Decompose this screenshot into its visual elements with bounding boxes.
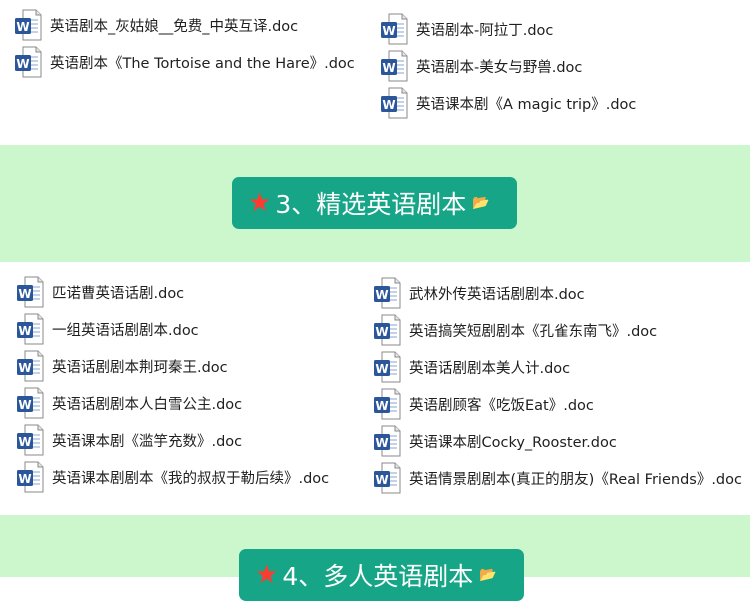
file-name: 英语剧本《The Tortoise and the Hare》.doc	[50, 55, 355, 72]
file-name: 英语情景剧剧本(真正的朋友)《Real Friends》.doc	[409, 471, 742, 488]
file-item[interactable]: W 一组英语话剧剧本.doc	[16, 313, 199, 345]
svg-text:W: W	[16, 20, 29, 34]
word-doc-icon: W	[14, 9, 42, 41]
file-name: 英语课本剧Cocky_Rooster.doc	[409, 434, 617, 451]
word-doc-icon: W	[373, 351, 401, 383]
file-name: 英语话剧剧本荆珂秦王.doc	[52, 359, 228, 376]
svg-text:W: W	[375, 436, 388, 450]
file-name: 英语课本剧《滥竽充数》.doc	[52, 433, 243, 450]
svg-text:W: W	[18, 287, 31, 301]
word-doc-icon: W	[14, 46, 42, 78]
file-name: 匹诺曹英语话剧.doc	[52, 285, 185, 302]
svg-text:W: W	[375, 362, 388, 376]
word-doc-icon: W	[380, 87, 408, 119]
section-title: 3、精选英语剧本	[275, 190, 467, 219]
word-doc-icon: W	[373, 425, 401, 457]
svg-text:W: W	[375, 325, 388, 339]
file-name: 武林外传英语话剧剧本.doc	[409, 286, 585, 303]
svg-text:W: W	[382, 24, 395, 38]
svg-text:W: W	[18, 361, 31, 375]
file-name: 英语剧本_灰姑娘__免费_中英互译.doc	[50, 18, 299, 35]
file-item[interactable]: W 英语剧本《The Tortoise and the Hare》.doc	[14, 46, 355, 78]
word-doc-icon: W	[16, 461, 44, 493]
word-doc-icon: W	[380, 50, 408, 82]
file-item[interactable]: W 英语课本剧《A magic trip》.doc	[380, 87, 636, 119]
svg-text:W: W	[382, 98, 395, 112]
word-doc-icon: W	[16, 350, 44, 382]
word-doc-icon: W	[16, 387, 44, 419]
file-name: 英语搞笑短剧剧本《孔雀东南飞》.doc	[409, 323, 658, 340]
svg-text:W: W	[375, 288, 388, 302]
word-doc-icon: W	[16, 276, 44, 308]
file-name: 英语话剧剧本美人计.doc	[409, 360, 571, 377]
folder-icon: 📂	[479, 567, 497, 583]
file-item[interactable]: W 英语话剧剧本人白雪公主.doc	[16, 387, 242, 419]
file-item[interactable]: W 英语剧本_灰姑娘__免费_中英互译.doc	[14, 9, 298, 41]
svg-text:W: W	[382, 61, 395, 75]
svg-text:W: W	[375, 399, 388, 413]
file-name: 英语课本剧《A magic trip》.doc	[416, 96, 637, 113]
file-item[interactable]: W 英语搞笑短剧剧本《孔雀东南飞》.doc	[373, 314, 657, 346]
word-doc-icon: W	[373, 314, 401, 346]
star-icon: ★	[255, 560, 279, 590]
word-doc-icon: W	[16, 424, 44, 456]
svg-text:W: W	[18, 324, 31, 338]
file-item[interactable]: W 英语剧本-阿拉丁.doc	[380, 13, 553, 45]
file-name: 英语剧本-阿拉丁.doc	[416, 22, 554, 39]
word-doc-icon: W	[16, 313, 44, 345]
file-item[interactable]: W 英语课本剧Cocky_Rooster.doc	[373, 425, 617, 457]
folder-icon: 📂	[472, 195, 490, 211]
file-name: 英语剧本-美女与野兽.doc	[416, 59, 583, 76]
svg-text:W: W	[18, 472, 31, 486]
file-item[interactable]: W 英语课本剧《滥竽充数》.doc	[16, 424, 242, 456]
file-name: 英语剧顾客《吃饭Eat》.doc	[409, 397, 594, 414]
word-doc-icon: W	[373, 388, 401, 420]
section-title-pill: ★ 3、精选英语剧本 📂	[232, 177, 517, 229]
file-item[interactable]: W 英语剧顾客《吃饭Eat》.doc	[373, 388, 594, 420]
svg-text:W: W	[18, 435, 31, 449]
file-item[interactable]: W 英语剧本-美女与野兽.doc	[380, 50, 582, 82]
file-item[interactable]: W 武林外传英语话剧剧本.doc	[373, 277, 585, 309]
file-name: 一组英语话剧剧本.doc	[52, 322, 199, 339]
svg-text:W: W	[16, 57, 29, 71]
file-item[interactable]: W 英语课本剧剧本《我的叔叔于勒后续》.doc	[16, 461, 329, 493]
section-title-pill: ★ 4、多人英语剧本 📂	[239, 549, 524, 601]
file-name: 英语课本剧剧本《我的叔叔于勒后续》.doc	[52, 470, 330, 487]
file-item[interactable]: W 匹诺曹英语话剧.doc	[16, 276, 184, 308]
star-icon: ★	[248, 188, 272, 218]
word-doc-icon: W	[373, 462, 401, 494]
svg-text:W: W	[18, 398, 31, 412]
file-name: 英语话剧剧本人白雪公主.doc	[52, 396, 243, 413]
word-doc-icon: W	[380, 13, 408, 45]
file-item[interactable]: W 英语话剧剧本美人计.doc	[373, 351, 570, 383]
svg-text:W: W	[375, 473, 388, 487]
file-item[interactable]: W 英语话剧剧本荆珂秦王.doc	[16, 350, 228, 382]
word-doc-icon: W	[373, 277, 401, 309]
section-title: 4、多人英语剧本	[282, 562, 474, 591]
file-item[interactable]: W 英语情景剧剧本(真正的朋友)《Real Friends》.doc	[373, 462, 742, 494]
